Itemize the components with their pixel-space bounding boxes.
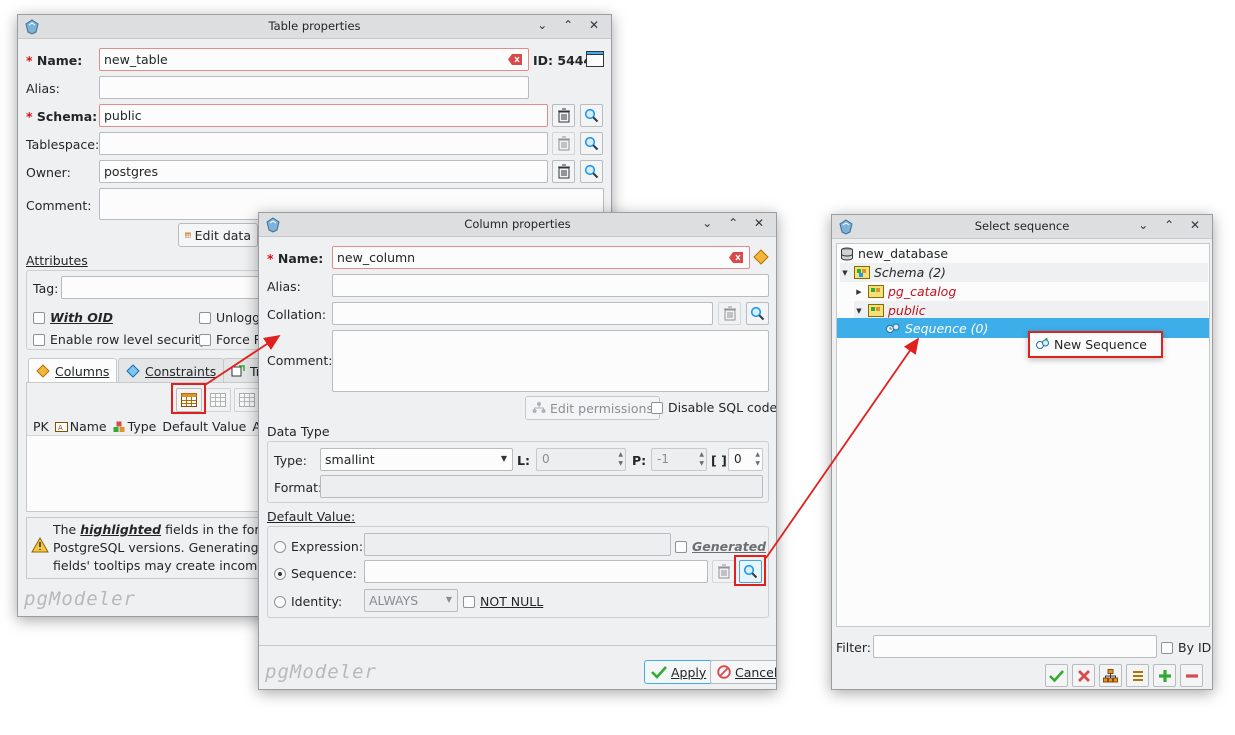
arrow-to-column-properties [204, 335, 281, 386]
annotation-arrows [204, 335, 920, 559]
arrow-to-select-sequence [765, 337, 920, 559]
